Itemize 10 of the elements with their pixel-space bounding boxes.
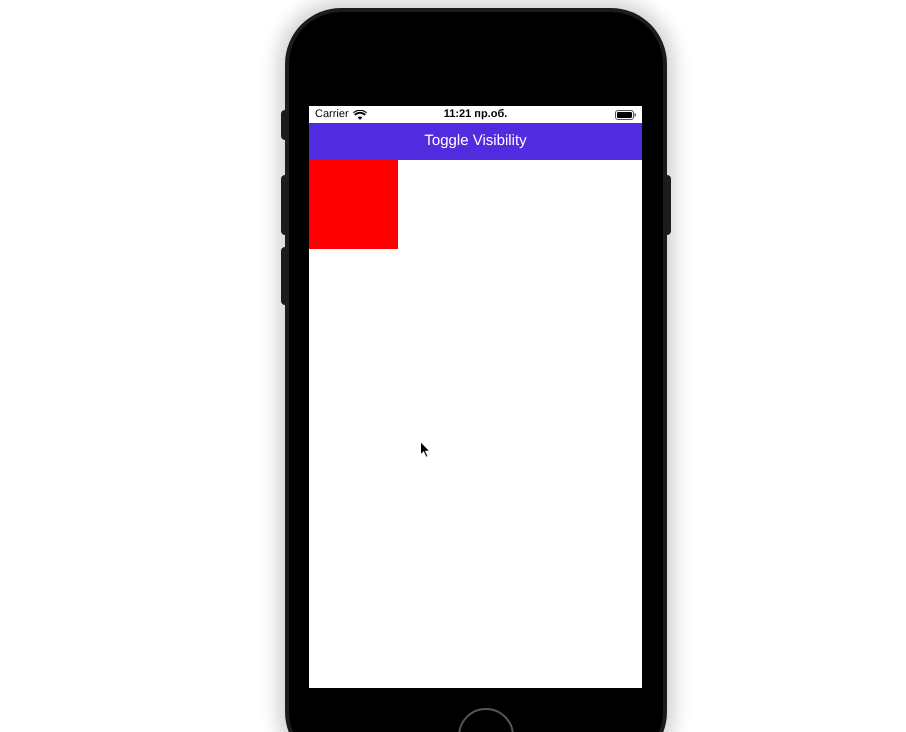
time-label: 11:21 пр.об. [444,107,508,122]
cursor-icon [420,441,431,458]
wifi-icon [352,110,367,120]
side-button[interactable] [667,175,671,235]
side-button[interactable] [281,175,285,235]
carrier-label: Carrier [315,107,349,122]
battery-icon [615,110,636,120]
side-button[interactable] [281,247,285,305]
navigation-title: Toggle Visibility [424,131,527,152]
side-button[interactable] [281,110,285,140]
